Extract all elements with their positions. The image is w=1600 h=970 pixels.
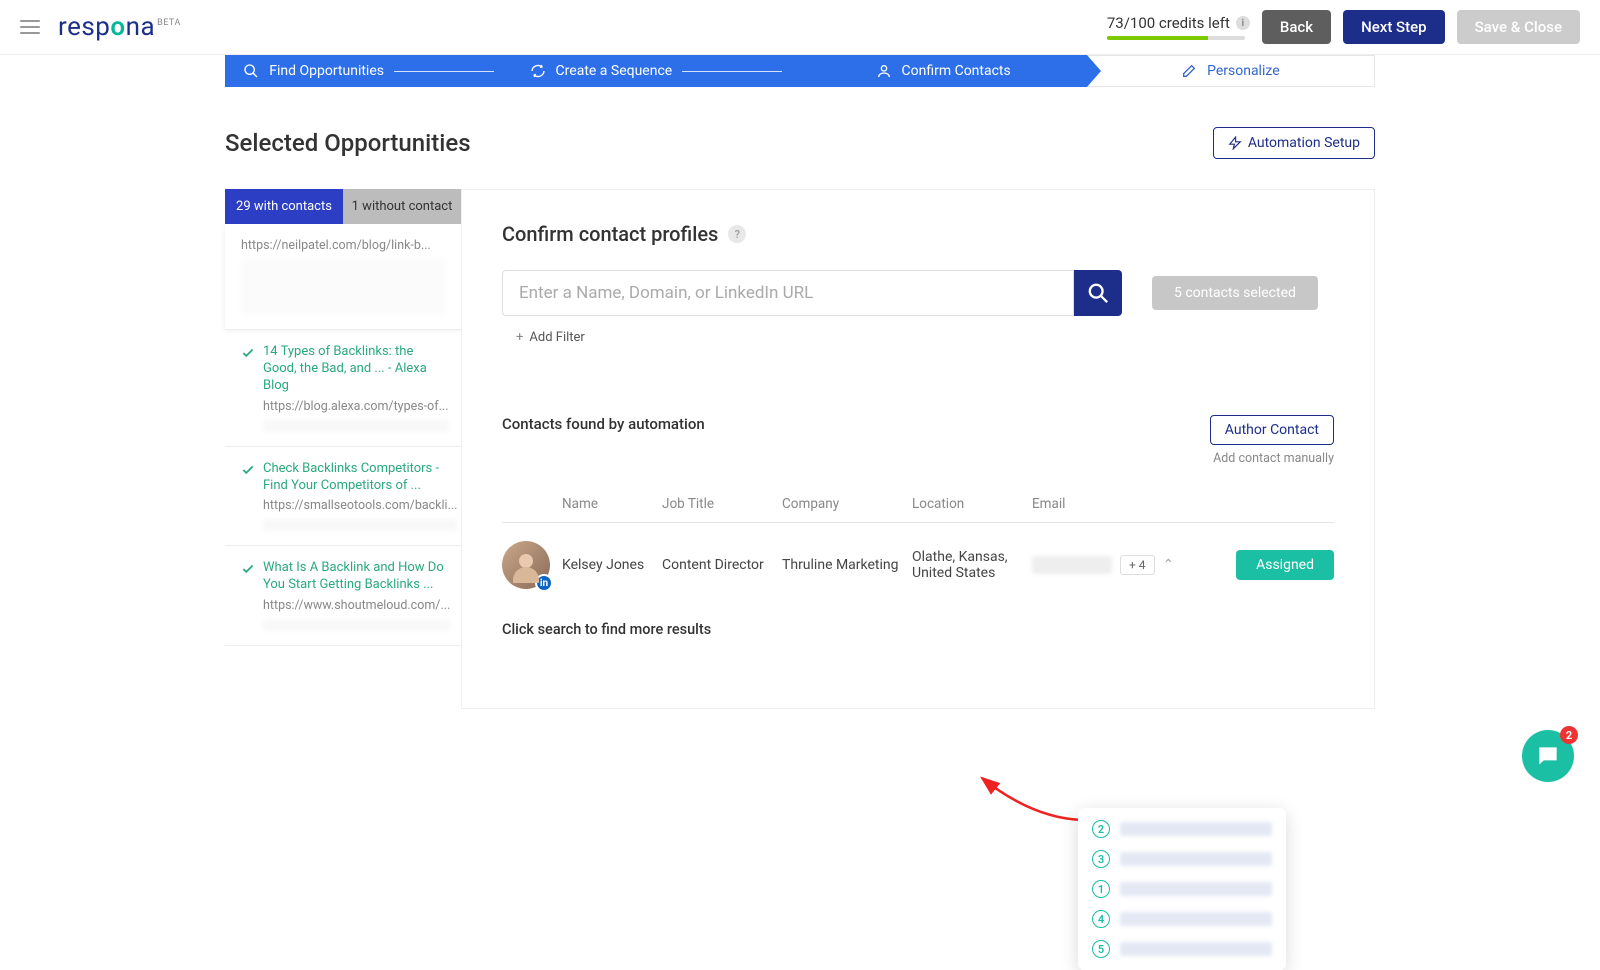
search-icon bbox=[243, 63, 259, 79]
user-icon bbox=[876, 63, 892, 79]
check-icon bbox=[241, 562, 255, 576]
tab-without-contact[interactable]: 1 without contact bbox=[343, 189, 461, 224]
credits-display: 73/100 credits left i bbox=[1107, 14, 1250, 40]
tab-with-contacts[interactable]: 29 with contacts bbox=[225, 189, 343, 224]
opportunity-item[interactable]: Check Backlinks Competitors - Find Your … bbox=[225, 447, 461, 547]
wizard-step-sequence[interactable]: Create a Sequence bbox=[512, 55, 799, 87]
section-title: Confirm contact profiles bbox=[502, 222, 718, 246]
assigned-button[interactable]: Assigned bbox=[1236, 550, 1334, 580]
annotation-arrow bbox=[972, 770, 1092, 834]
hamburger-menu[interactable] bbox=[20, 20, 40, 34]
contact-row[interactable]: in Kelsey Jones Content Director Thrulin… bbox=[502, 523, 1334, 607]
chevron-up-icon[interactable]: ⌃ bbox=[1163, 557, 1175, 573]
add-contact-manually-link[interactable]: Add contact manually bbox=[1213, 451, 1334, 466]
contact-search-input[interactable] bbox=[502, 270, 1074, 316]
logo[interactable]: responaBETA bbox=[58, 12, 181, 42]
search-hint: Click search to find more results bbox=[502, 621, 1334, 638]
contact-company: Thruline Marketing bbox=[782, 557, 912, 573]
dropdown-item[interactable]: 5 bbox=[1078, 934, 1286, 964]
avatar[interactable]: in bbox=[502, 541, 550, 589]
bolt-icon bbox=[1228, 136, 1242, 150]
dropdown-item[interactable]: 4 bbox=[1078, 904, 1286, 934]
search-icon bbox=[1087, 282, 1109, 304]
next-step-button[interactable]: Next Step bbox=[1343, 10, 1445, 44]
emails-dropdown[interactable]: 2 3 1 4 5 bbox=[1078, 808, 1286, 970]
contact-job: Content Director bbox=[662, 557, 782, 573]
contact-email-blurred bbox=[1032, 556, 1112, 574]
info-icon[interactable]: i bbox=[1236, 16, 1250, 30]
contacts-found-title: Contacts found by automation bbox=[502, 415, 705, 433]
check-icon bbox=[241, 346, 255, 360]
edit-icon bbox=[1181, 63, 1197, 79]
contacts-selected-pill: 5 contacts selected bbox=[1152, 276, 1318, 310]
help-icon[interactable]: ? bbox=[728, 225, 746, 243]
more-emails-chip[interactable]: + 4 bbox=[1120, 555, 1155, 575]
check-icon bbox=[241, 463, 255, 477]
author-contact-button[interactable]: Author Contact bbox=[1210, 415, 1334, 445]
linkedin-badge-icon[interactable]: in bbox=[535, 574, 553, 592]
chat-icon bbox=[1535, 743, 1561, 769]
automation-setup-button[interactable]: Automation Setup bbox=[1213, 127, 1375, 159]
search-button[interactable] bbox=[1074, 270, 1122, 316]
chat-widget-button[interactable]: 2 bbox=[1522, 730, 1574, 782]
save-close-button[interactable]: Save & Close bbox=[1457, 10, 1580, 44]
wizard-steps: Find Opportunities Create a Sequence Con… bbox=[225, 55, 1375, 87]
opportunities-sidebar: 29 with contacts 1 without contact https… bbox=[225, 189, 461, 709]
opportunity-item[interactable]: 14 Types of Backlinks: the Good, the Bad… bbox=[225, 330, 461, 447]
dropdown-item[interactable]: 3 bbox=[1078, 844, 1286, 874]
chat-badge: 2 bbox=[1560, 726, 1578, 744]
add-filter-link[interactable]: Add Filter bbox=[516, 330, 1334, 345]
contacts-table-header: Name Job Title Company Location Email bbox=[502, 486, 1334, 523]
dropdown-item[interactable]: 1 bbox=[1078, 874, 1286, 904]
wizard-step-confirm[interactable]: Confirm Contacts bbox=[800, 55, 1087, 87]
refresh-icon bbox=[530, 63, 546, 79]
wizard-step-find[interactable]: Find Opportunities bbox=[225, 55, 512, 87]
contact-name: Kelsey Jones bbox=[562, 557, 662, 573]
opportunity-item[interactable]: https://neilpatel.com/blog/link-b... bbox=[225, 224, 461, 330]
wizard-step-personalize[interactable]: Personalize bbox=[1087, 55, 1375, 87]
back-button[interactable]: Back bbox=[1262, 10, 1331, 44]
dropdown-item[interactable]: 2 bbox=[1078, 814, 1286, 844]
confirm-contacts-panel: Confirm contact profiles ? 5 contacts se… bbox=[461, 189, 1375, 709]
opportunity-item[interactable]: What Is A Backlink and How Do You Start … bbox=[225, 546, 461, 646]
contact-location: Olathe, Kansas, United States bbox=[912, 549, 1032, 581]
credits-bar bbox=[1107, 36, 1245, 40]
page-title: Selected Opportunities bbox=[225, 129, 471, 157]
